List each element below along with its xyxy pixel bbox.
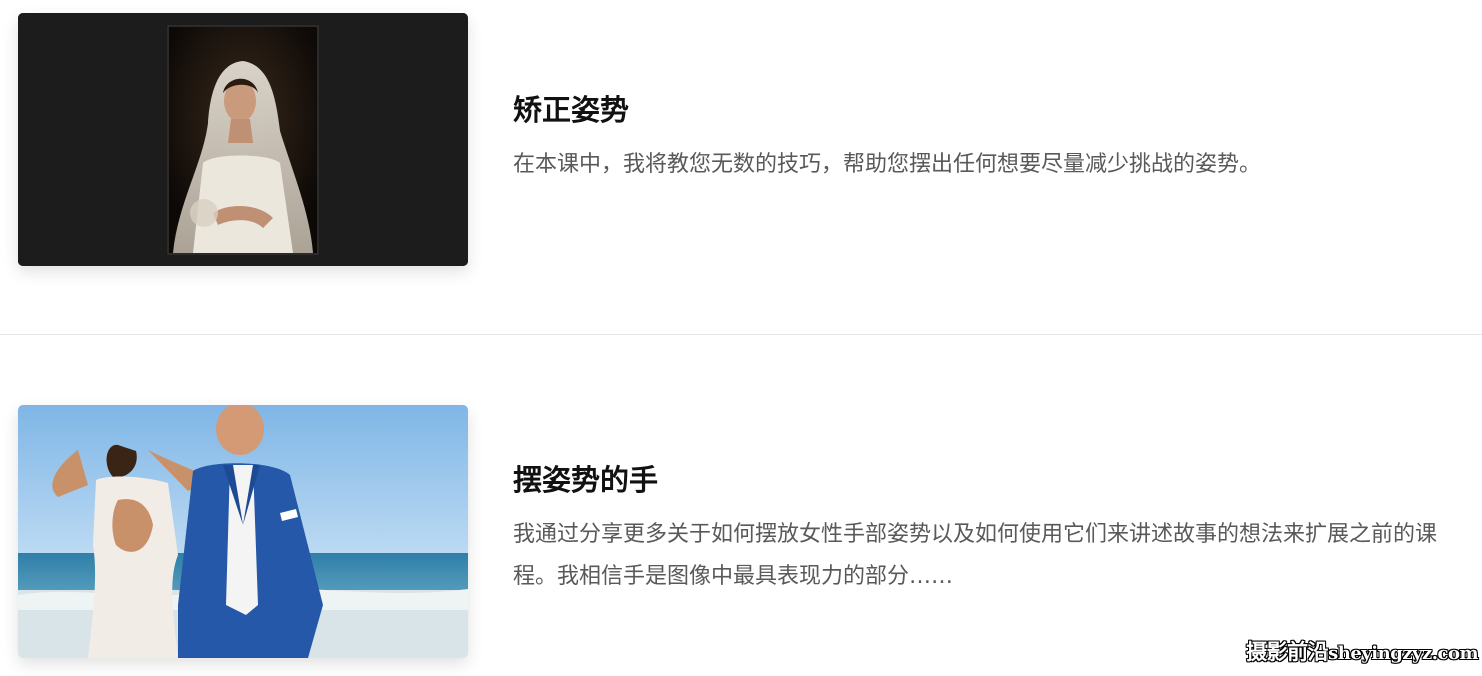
lesson-title[interactable]: 摆姿势的手 xyxy=(513,460,1463,500)
lesson-thumbnail-beach-couple[interactable] xyxy=(18,405,468,658)
lesson-thumbnail-bride-veil[interactable] xyxy=(18,13,468,266)
watermark-cn: 摄影前沿 xyxy=(1246,639,1329,664)
lesson-description: 我通过分享更多关于如何摆放女性手部姿势以及如何使用它们来讲述故事的想法来扩展之前… xyxy=(513,522,1438,589)
lesson-text: 摆姿势的手 我通过分享更多关于如何摆放女性手部姿势以及如何使用它们来讲述故事的想… xyxy=(513,460,1463,598)
lesson-description: 在本课中，我将教您无数的技巧，帮助您摆出任何想要尽量减少挑战的姿势。 xyxy=(513,152,1262,177)
lesson-title[interactable]: 矫正姿势 xyxy=(513,90,1463,130)
lesson-text: 矫正姿势 在本课中，我将教您无数的技巧，帮助您摆出任何想要尽量减少挑战的姿势。 xyxy=(513,90,1463,186)
site-watermark: 摄影前沿sheyingzyz.com xyxy=(1246,636,1478,666)
lesson-card-posing-correction[interactable]: 矫正姿势 在本课中，我将教您无数的技巧，帮助您摆出任何想要尽量减少挑战的姿势。 xyxy=(0,0,1482,334)
bride-veil-photo xyxy=(18,13,468,266)
watermark-latin: sheyingzyz.com xyxy=(1328,643,1478,664)
section-divider xyxy=(0,334,1482,335)
lesson-card-posing-hands[interactable]: 摆姿势的手 我通过分享更多关于如何摆放女性手部姿势以及如何使用它们来讲述故事的想… xyxy=(0,336,1482,676)
beach-couple-photo xyxy=(18,405,468,658)
